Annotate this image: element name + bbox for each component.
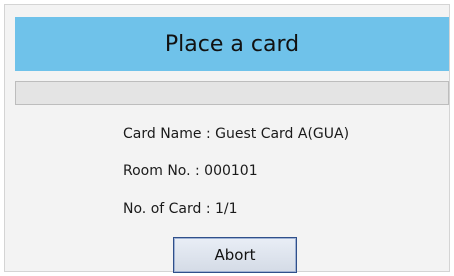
room-number-label: Room No. : 000101 (123, 163, 258, 179)
card-name-label: Card Name : Guest Card A(GUA) (123, 126, 350, 142)
card-count-label: No. of Card : 1/1 (123, 201, 238, 217)
dialog-title: Place a card (15, 17, 449, 71)
abort-button[interactable]: Abort (173, 237, 297, 273)
place-card-dialog: Place a card Card Name : Guest Card A(GU… (4, 4, 450, 273)
progress-bar (15, 81, 449, 105)
